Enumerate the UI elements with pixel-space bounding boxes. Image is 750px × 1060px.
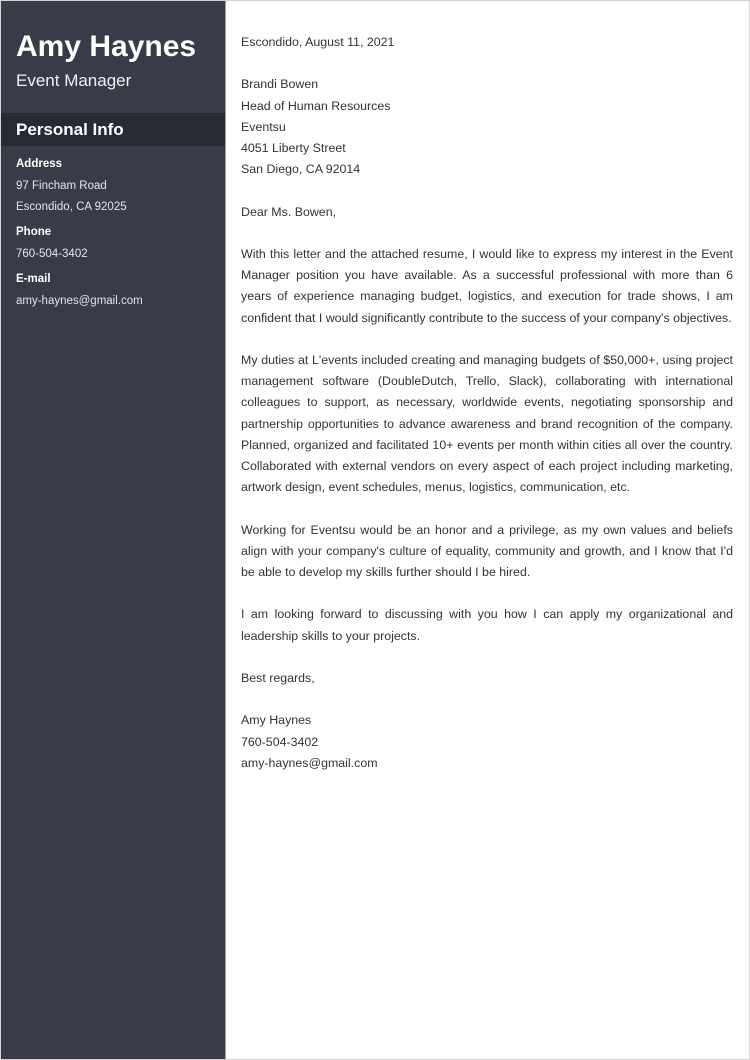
address-group: Address 97 Fincham Road Escondido, CA 92…: [16, 156, 225, 218]
recipient-company: Eventsu: [241, 119, 286, 134]
phone-value: 760-504-3402: [16, 248, 88, 260]
applicant-name: Amy Haynes: [16, 30, 197, 63]
email-value: amy-haynes@gmail.com: [16, 295, 143, 307]
closing: Best regards,: [241, 670, 315, 685]
address-line-2: Escondido, CA 92025: [16, 201, 127, 213]
paragraph-closing: I am looking forward to discussing with …: [241, 607, 733, 643]
letter-date: Escondido, August 11, 2021: [241, 35, 395, 49]
address-line-1: 97 Fincham Road: [16, 180, 107, 192]
signature-email: amy-haynes@gmail.com: [241, 755, 378, 770]
personal-info: Address 97 Fincham Road Escondido, CA 92…: [1, 146, 225, 312]
email-group: E-mail amy-haynes@gmail.com: [16, 271, 225, 312]
signature-name: Amy Haynes: [241, 713, 312, 728]
paragraph-experience: My duties at L'events included creating …: [241, 352, 733, 495]
paragraph-intro: With this letter and the attached resume…: [241, 246, 733, 325]
recipient-city: San Diego, CA 92014: [241, 162, 361, 177]
recipient-street: 4051 Liberty Street: [241, 141, 346, 155]
personal-info-header: Personal Info: [1, 113, 225, 146]
recipient-title: Head of Human Resources: [241, 98, 391, 113]
recipient-block: Brandi Bowen Head of Human Resources Eve…: [241, 74, 733, 180]
applicant-role: Event Manager: [16, 71, 132, 90]
phone-label: Phone: [16, 226, 52, 238]
letter-body: Escondido, August 11, 2021 Brandi Bowen …: [226, 1, 749, 1059]
phone-group: Phone 760-504-3402: [16, 224, 225, 265]
salutation: Dear Ms. Bowen,: [241, 204, 337, 219]
recipient-name: Brandi Bowen: [241, 77, 319, 92]
signature-block: Amy Haynes 760-504-3402 amy-haynes@gmail…: [241, 710, 733, 774]
signature-phone: 760-504-3402: [241, 734, 319, 749]
cover-letter-page: Amy Haynes Event Manager Personal Info A…: [0, 0, 750, 1060]
address-label: Address: [16, 158, 63, 170]
email-label: E-mail: [16, 273, 51, 285]
paragraph-motivation: Working for Eventsu would be an honor an…: [241, 522, 733, 579]
sidebar: Amy Haynes Event Manager Personal Info A…: [1, 1, 226, 1059]
